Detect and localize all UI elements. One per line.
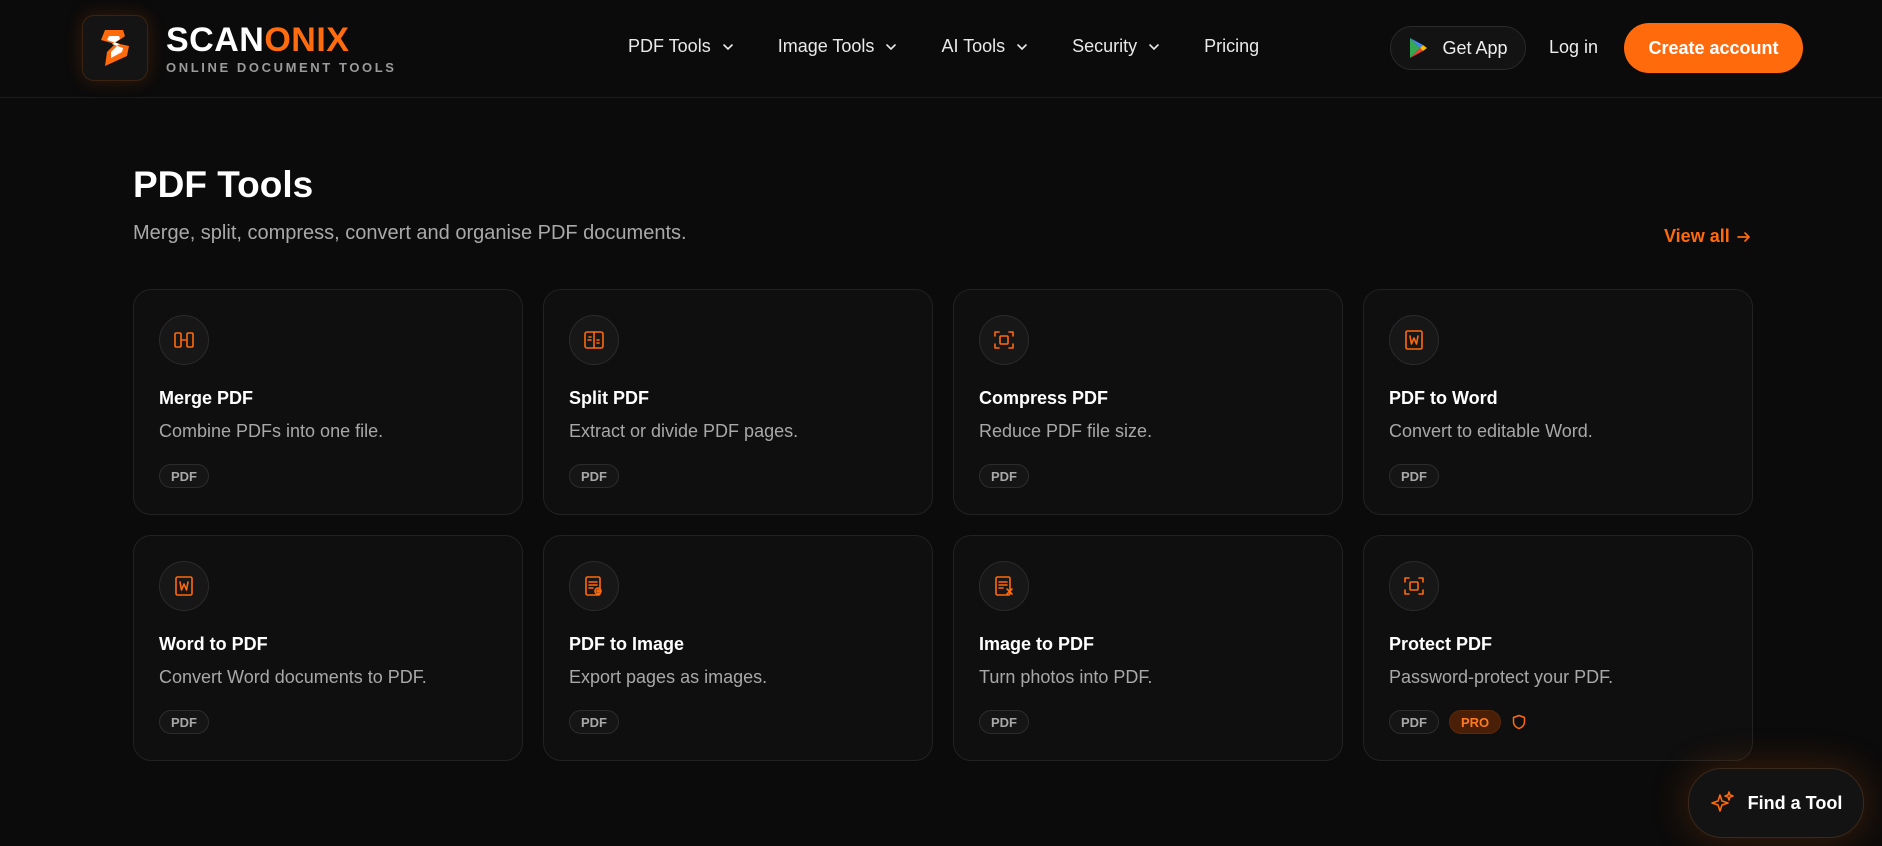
sparkle-icon <box>1710 791 1734 812</box>
chevron-down-icon <box>1017 43 1027 50</box>
card-description: Convert Word documents to PDF. <box>159 667 427 687</box>
get-app-label: Get App <box>1442 37 1508 58</box>
chevron-down-icon <box>886 43 897 50</box>
card-description: Convert to editable Word. <box>1389 421 1593 441</box>
card-tags: PDF <box>569 710 629 734</box>
tag-pdf: PDF <box>1389 710 1439 734</box>
nav-item-label: Pricing <box>1204 36 1260 56</box>
get-app-button[interactable]: Get App <box>1390 26 1526 70</box>
tool-card-pdf-to-image[interactable]: PDF to Image Export pages as images. PDF <box>543 535 933 761</box>
tag-pdf: PDF <box>979 464 1029 488</box>
tool-card-word-to-pdf[interactable]: Word to PDF Convert Word documents to PD… <box>133 535 523 761</box>
merge-icon <box>159 315 209 365</box>
tool-card-pdf-to-word[interactable]: PDF to Word Convert to editable Word. PD… <box>1363 289 1753 515</box>
nav-item-image-tools[interactable]: Image Tools <box>778 36 899 57</box>
compress-icon <box>979 315 1029 365</box>
brand-logo[interactable]: SCANONIX ONLINE DOCUMENT TOOLS <box>82 15 397 81</box>
view-all-label: View all <box>1664 226 1730 246</box>
nav-item-ai-tools[interactable]: AI Tools <box>941 36 1029 57</box>
split-icon <box>569 315 619 365</box>
pdf-image-icon <box>569 561 619 611</box>
word-doc-icon <box>1389 315 1439 365</box>
card-title: Protect PDF <box>1389 634 1493 654</box>
login-link[interactable]: Log in <box>1549 37 1598 58</box>
view-all-link[interactable]: View all <box>1664 226 1752 247</box>
arrow-right-icon <box>1736 231 1750 242</box>
card-description: Password-protect your PDF. <box>1389 667 1614 687</box>
nav-item-label: PDF Tools <box>628 36 711 56</box>
section-title: PDF Tools <box>133 164 314 205</box>
tool-card-compress-pdf[interactable]: Compress PDF Reduce PDF file size. PDF <box>953 289 1343 515</box>
card-title: Image to PDF <box>979 634 1095 654</box>
tools-grid: Merge PDF Combine PDFs into one file. PD… <box>133 289 1753 761</box>
brand-text: SCANONIX ONLINE DOCUMENT TOOLS <box>166 21 397 75</box>
image-pdf-icon <box>979 561 1029 611</box>
card-tags: PDF <box>569 464 629 488</box>
tag-pro: PRO <box>1449 710 1502 734</box>
card-title: Merge PDF <box>159 388 254 408</box>
tool-card-merge-pdf[interactable]: Merge PDF Combine PDFs into one file. PD… <box>133 289 523 515</box>
card-title: Word to PDF <box>159 634 268 654</box>
card-description: Extract or divide PDF pages. <box>569 421 799 441</box>
nav-item-pricing[interactable]: Pricing <box>1204 36 1259 57</box>
nav-item-label: Security <box>1072 36 1138 56</box>
tag-pdf: PDF <box>159 464 209 488</box>
chevron-down-icon <box>1149 43 1159 50</box>
tag-pdf: PDF <box>569 710 619 734</box>
section-subtitle: Merge, split, compress, convert and orga… <box>133 222 687 244</box>
card-tags: PDF <box>159 710 219 734</box>
tag-pdf: PDF <box>979 710 1029 734</box>
card-title: Split PDF <box>569 388 649 408</box>
card-tags: PDF <box>1389 464 1449 488</box>
card-tags: PDF <box>979 464 1039 488</box>
nav-item-pdf-tools[interactable]: PDF Tools <box>628 36 735 57</box>
card-tags: PDF <box>979 710 1039 734</box>
tool-card-split-pdf[interactable]: Split PDF Extract or divide PDF pages. P… <box>543 289 933 515</box>
protect-icon <box>1389 561 1439 611</box>
card-description: Export pages as images. <box>569 667 768 687</box>
nav-item-label: AI Tools <box>941 36 1006 56</box>
brand-name-part1: SCAN <box>166 21 265 59</box>
find-a-tool-button[interactable]: Find a Tool <box>1688 768 1864 838</box>
tool-card-image-to-pdf[interactable]: Image to PDF Turn photos into PDF. PDF <box>953 535 1343 761</box>
card-title: PDF to Image <box>569 634 685 654</box>
lightning-s-icon <box>82 15 148 81</box>
brand-tagline: ONLINE DOCUMENT TOOLS <box>166 60 397 75</box>
chevron-down-icon <box>722 43 733 50</box>
google-play-icon <box>1410 38 1428 58</box>
card-title: PDF to Word <box>1389 388 1498 408</box>
top-navbar: SCANONIX ONLINE DOCUMENT TOOLS PDF Tools… <box>0 0 1882 98</box>
main-nav: PDF Tools Image Tools AI Tools Security … <box>628 36 1259 57</box>
shield-icon <box>1511 714 1527 730</box>
brand-name: SCANONIX <box>166 21 397 59</box>
card-description: Combine PDFs into one file. <box>159 421 384 441</box>
card-tags: PDF PRO <box>1389 710 1527 734</box>
card-title: Compress PDF <box>979 388 1109 408</box>
tag-pdf: PDF <box>1389 464 1439 488</box>
tag-pdf: PDF <box>159 710 209 734</box>
card-description: Reduce PDF file size. <box>979 421 1153 441</box>
tag-pdf: PDF <box>569 464 619 488</box>
tool-card-protect-pdf[interactable]: Protect PDF Password-protect your PDF. P… <box>1363 535 1753 761</box>
nav-item-label: Image Tools <box>777 36 875 56</box>
word-doc-icon <box>159 561 209 611</box>
find-a-tool-label: Find a Tool <box>1747 792 1843 813</box>
create-account-button[interactable]: Create account <box>1624 23 1803 73</box>
card-description: Turn photos into PDF. <box>979 667 1153 687</box>
brand-name-part2: ONIX <box>264 21 350 59</box>
card-tags: PDF <box>159 464 219 488</box>
nav-item-security[interactable]: Security <box>1072 36 1161 57</box>
